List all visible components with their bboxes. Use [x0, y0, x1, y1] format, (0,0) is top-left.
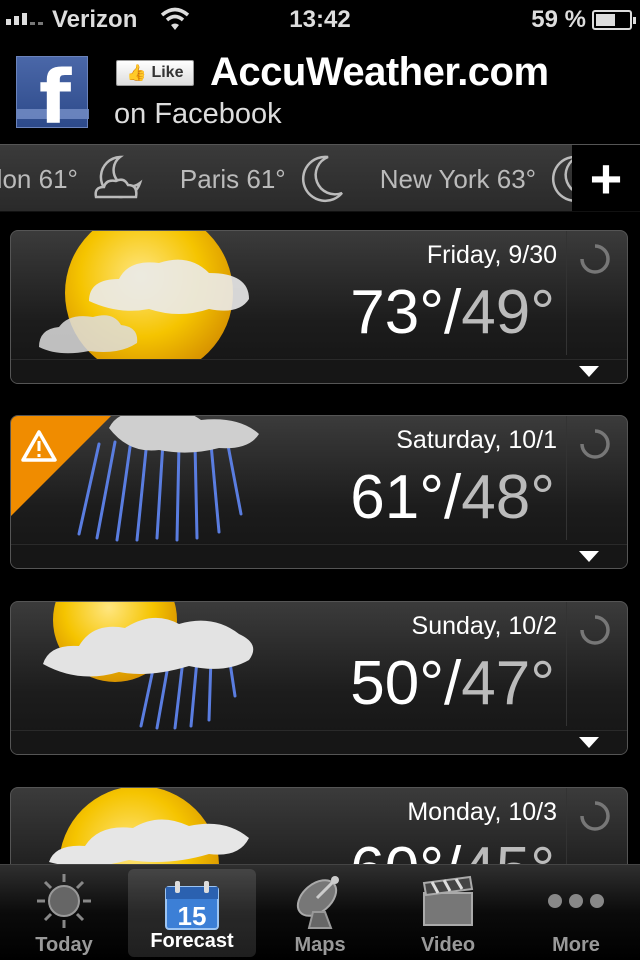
temp-separator: / [444, 463, 462, 532]
forecast-list[interactable]: Friday, 9/30 73°/49° Saturday, 10/1 61°/… [0, 212, 640, 864]
battery-percent: 59 % [531, 6, 586, 33]
tab-more[interactable]: More [512, 865, 640, 960]
facebook-banner[interactable]: f 👍 Like AccuWeather.com on Facebook [0, 40, 640, 144]
forecast-temps: 73°/49° [350, 277, 555, 348]
city-item[interactable]: Paris 61° [180, 153, 346, 205]
satellite-dish-icon [296, 876, 339, 929]
sun-cloud-icon [49, 788, 249, 864]
calendar-icon: 15 [165, 881, 219, 931]
loading-spinner-icon [580, 429, 610, 459]
divider [566, 231, 567, 355]
forecast-card[interactable]: Sunday, 10/2 50°/47° [10, 601, 628, 755]
tab-forecast[interactable]: 15 Forecast [128, 869, 256, 957]
low-temp: 49° [461, 278, 555, 347]
sun-cloud-icon [39, 231, 249, 361]
temp-separator: / [444, 278, 462, 347]
forecast-day: Saturday, 10/1 [396, 426, 557, 454]
forecast-temps: 61°/48° [350, 462, 555, 533]
forecast-card[interactable]: Friday, 9/30 73°/49° [10, 230, 628, 384]
banner-subtitle: on Facebook [114, 98, 282, 130]
expand-bar[interactable] [11, 544, 627, 568]
tab-label: Video [420, 934, 476, 956]
expand-bar[interactable] [11, 730, 627, 754]
tab-label: Forecast [150, 930, 234, 952]
like-button[interactable]: 👍 Like [116, 60, 194, 86]
high-temp: 73° [350, 278, 444, 347]
city-label: Paris 61° [179, 163, 286, 194]
forecast-day: Monday, 10/3 [407, 798, 557, 826]
forecast-day: Sunday, 10/2 [411, 612, 557, 640]
forecast-temps: 50°/47° [350, 648, 555, 719]
divider [566, 602, 567, 726]
city-item[interactable]: New York 63° [380, 153, 596, 205]
city-carousel[interactable]: don 61° Paris 61° New York 63° + [0, 144, 640, 212]
sun-rain-icon [43, 602, 254, 730]
city-label: don 61° [0, 163, 78, 194]
temp-separator: / [444, 649, 462, 718]
tab-maps[interactable]: Maps [256, 865, 384, 960]
forecast-temps: 60°/45° [350, 834, 555, 864]
tab-label: Today [35, 934, 93, 956]
expand-arrow-icon [579, 366, 599, 377]
tab-label: Maps [294, 934, 346, 956]
tab-bar: Today 15 Forecast Maps Video More [0, 864, 640, 960]
high-temp: 50° [350, 649, 444, 718]
more-dots-icon [548, 894, 604, 908]
brand-title: AccuWeather.com [210, 50, 549, 94]
loading-spinner-icon [580, 615, 610, 645]
divider [566, 788, 567, 864]
thumbs-up-icon: 👍 [126, 65, 147, 82]
weather-alert-icon[interactable] [11, 416, 111, 516]
high-temp: 61° [350, 463, 444, 532]
low-temp: 45° [461, 835, 555, 864]
sun-icon [37, 874, 91, 928]
city-label: New York 63° [379, 163, 537, 194]
forecast-day: Friday, 9/30 [426, 241, 557, 269]
expand-arrow-icon [579, 551, 599, 562]
divider [566, 416, 567, 540]
forecast-card[interactable]: Saturday, 10/1 61°/48° [10, 415, 628, 569]
clapperboard-icon [422, 875, 474, 926]
loading-spinner-icon [580, 244, 610, 274]
low-temp: 48° [461, 463, 555, 532]
city-item[interactable]: don 61° [0, 153, 146, 205]
tab-today[interactable]: Today [0, 865, 128, 960]
temp-separator: / [444, 835, 461, 864]
loading-spinner-icon [580, 801, 610, 831]
calendar-badge: 15 [178, 901, 207, 931]
expand-arrow-icon [579, 737, 599, 748]
low-temp: 47° [461, 649, 555, 718]
high-temp: 60° [350, 835, 444, 864]
expand-bar[interactable] [11, 359, 627, 383]
tab-video[interactable]: Video [384, 865, 512, 960]
moon-icon [301, 155, 343, 203]
tab-label: More [552, 934, 600, 956]
like-label: Like [151, 64, 184, 81]
battery-icon [592, 10, 636, 30]
status-bar: Verizon 13:42 59 % [0, 0, 640, 40]
forecast-card[interactable]: Monday, 10/3 60°/45° [10, 787, 628, 864]
add-location-button[interactable]: + [572, 145, 640, 211]
moon-cloud-icon [94, 155, 143, 199]
facebook-logo-icon: f [16, 55, 89, 141]
